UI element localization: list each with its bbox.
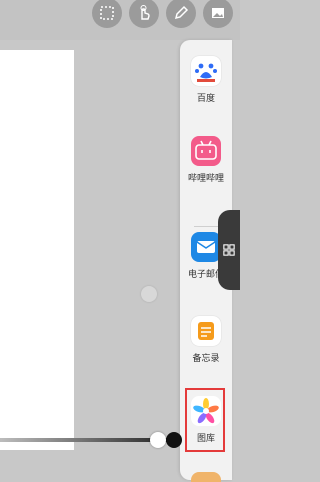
highlight-box [185,388,225,452]
dock-app-memo[interactable]: 备忘录 [180,316,232,364]
pencil-icon[interactable] [166,0,196,28]
memo-icon [191,316,221,346]
select-rectangle-icon[interactable] [92,0,122,28]
dock-app-baidu[interactable]: 百度 [180,56,232,104]
dock-app-label: 百度 [196,94,215,104]
baidu-icon [191,56,221,86]
bottom-dark-dot [166,432,182,448]
toolbar [92,0,233,34]
email-icon [191,232,221,262]
hand-pointer-icon[interactable] [129,0,159,28]
dock-divider [194,226,218,227]
dock-handle[interactable] [218,210,240,290]
dock-app-peek-icon [191,472,221,482]
dock-app-label: 备忘录 [192,354,220,364]
bottom-slider-knob[interactable] [150,432,166,448]
dock-app-bilibili[interactable]: 哔哩哔哩 [180,136,232,184]
bottom-slider-track [0,438,172,442]
image-icon[interactable] [203,0,233,28]
floating-ball[interactable] [141,286,157,302]
document-canvas[interactable] [0,50,74,450]
dock-app-label: 哔哩哔哩 [187,174,224,184]
grid-icon [223,244,235,256]
bilibili-icon [191,136,221,166]
